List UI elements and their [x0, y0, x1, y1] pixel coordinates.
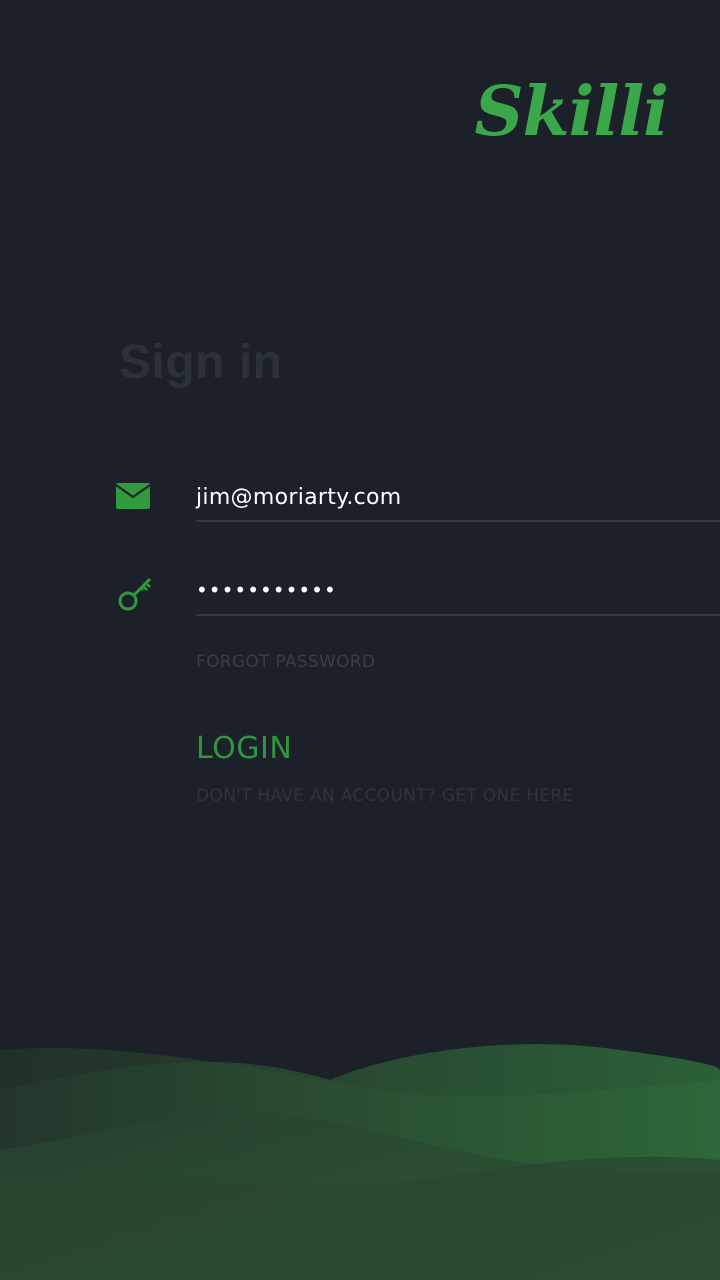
email-field[interactable]: jim@moriarty.com — [196, 470, 720, 522]
signup-link[interactable]: DON'T HAVE AN ACCOUNT? GET ONE HERE — [196, 786, 573, 806]
app-logo: Skilli — [474, 72, 669, 152]
password-value: ••••••••••• — [196, 578, 337, 602]
password-field[interactable]: ••••••••••• — [196, 564, 720, 616]
email-value: jim@moriarty.com — [196, 485, 402, 510]
sign-in-screen: Skilli Sign in jim@moriarty.com ••••••••… — [0, 0, 720, 1280]
decorative-hills — [0, 1044, 720, 1280]
forgot-password-link[interactable]: FORGOT PASSWORD — [196, 652, 375, 672]
key-icon — [114, 575, 154, 615]
login-button[interactable]: LOGIN — [196, 731, 292, 766]
envelope-icon — [114, 478, 154, 518]
page-title: Sign in — [119, 336, 283, 389]
